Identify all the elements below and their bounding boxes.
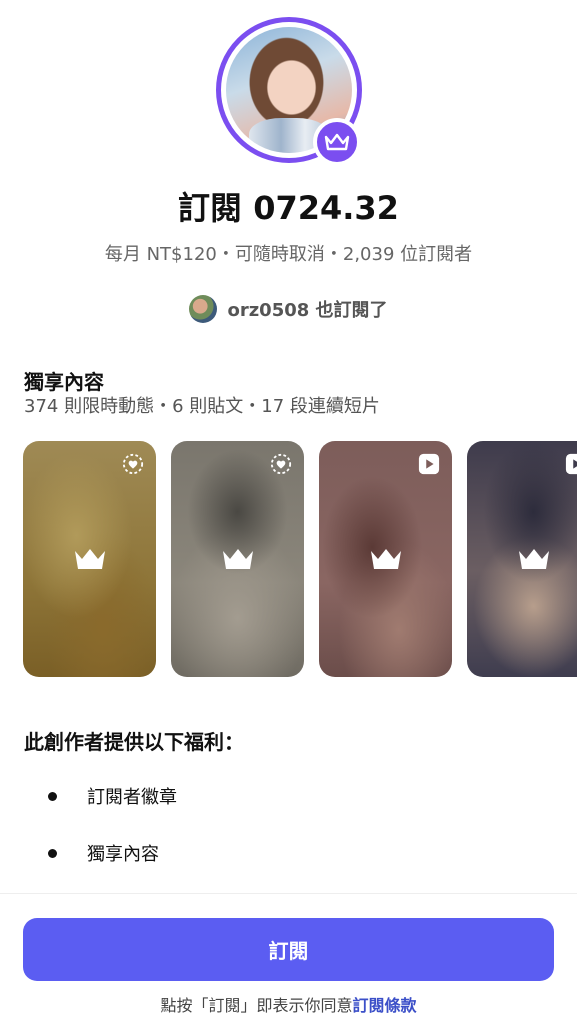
exclusive-thumb-2[interactable] bbox=[171, 441, 304, 677]
crown-icon bbox=[370, 549, 401, 569]
page-title: 訂閱 0724.32 bbox=[178, 189, 399, 227]
story-heart-icon bbox=[270, 453, 292, 475]
benefit-item: 獨享內容 bbox=[48, 840, 159, 866]
terms-notice: 點按「訂閱」即表示你同意訂閱條款 bbox=[0, 992, 577, 1016]
terms-prefix: 點按「訂閱」即表示你同意 bbox=[160, 996, 353, 1015]
friend-avatar bbox=[189, 295, 218, 323]
crown-icon bbox=[518, 549, 549, 569]
also-subscribed-row[interactable]: orz0508 也訂閱了 bbox=[0, 295, 577, 323]
subscription-info: 每月 NT$120・可隨時取消・2,039 位訂閱者 bbox=[104, 244, 473, 265]
exclusive-title: 獨享內容 bbox=[24, 370, 104, 394]
terms-link[interactable]: 訂閱條款 bbox=[353, 996, 417, 1015]
exclusive-thumb-1[interactable] bbox=[23, 441, 156, 677]
crown-icon bbox=[74, 549, 105, 569]
crown-badge-icon bbox=[313, 118, 361, 166]
exclusive-thumb-4[interactable] bbox=[467, 441, 577, 677]
benefit-label: 獨享內容 bbox=[87, 844, 159, 865]
play-icon bbox=[565, 453, 577, 475]
divider bbox=[0, 893, 577, 894]
exclusive-thumb-3[interactable] bbox=[319, 441, 452, 677]
exclusive-summary: 374 則限時動態・6 則貼文・17 段連續短片 bbox=[24, 396, 380, 417]
story-heart-icon bbox=[122, 453, 144, 475]
subscribe-button[interactable]: 訂閱 bbox=[23, 918, 554, 981]
bullet-icon bbox=[48, 791, 57, 801]
play-icon bbox=[418, 453, 440, 475]
also-subscribed-text: orz0508 也訂閱了 bbox=[227, 300, 388, 321]
bullet-icon bbox=[48, 848, 57, 858]
benefit-label: 訂閱者徽章 bbox=[87, 787, 177, 808]
subscribe-page: 訂閱 0724.32 每月 NT$120・可隨時取消・2,039 位訂閱者 or… bbox=[0, 0, 577, 1024]
benefit-item: 訂閱者徽章 bbox=[48, 783, 177, 809]
crown-icon bbox=[222, 549, 253, 569]
benefits-title: 此創作者提供以下福利： bbox=[24, 730, 244, 754]
